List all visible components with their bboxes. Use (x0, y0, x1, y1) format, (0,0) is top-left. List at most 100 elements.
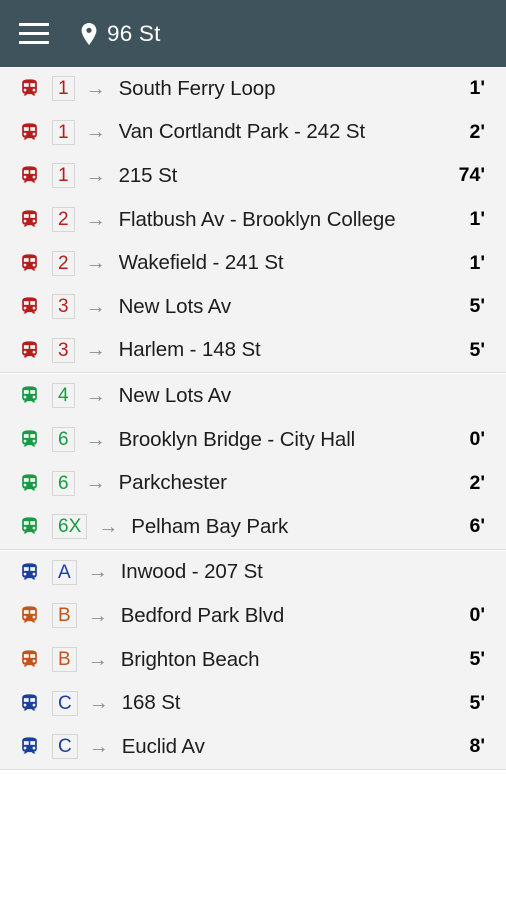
destination-label: New Lots Av (118, 383, 232, 407)
destination-label: Parkchester (118, 471, 227, 495)
eta-label: 1' (469, 251, 485, 274)
route-badge: A (52, 559, 77, 585)
subway-train-icon (22, 737, 37, 754)
subway-train-icon (22, 517, 37, 534)
destination-label: Brooklyn Bridge - City Hall (118, 427, 356, 451)
departure-row[interactable]: 3 → Harlem - 148 St 5' (0, 329, 506, 373)
eta-label: 0' (469, 604, 485, 627)
subway-train-icon (22, 166, 37, 183)
direction-arrow-icon: → (85, 208, 106, 231)
eta-label: 5' (469, 338, 485, 361)
direction-arrow-icon: → (85, 339, 106, 362)
route-badge: 3 (52, 294, 75, 320)
direction-arrow-icon: → (87, 604, 108, 627)
subway-train-icon (22, 473, 37, 491)
destination-label: New Lots Av (118, 294, 232, 318)
direction-arrow-icon: → (88, 692, 109, 715)
route-badge: 6 (52, 427, 75, 453)
departure-row[interactable]: 3 → New Lots Av 5' (0, 285, 506, 329)
destination-label: Flatbush Av - Brooklyn College (118, 207, 396, 231)
departure-row[interactable]: 6X → Pelham Bay Park 6' (0, 505, 506, 549)
destination-label: 168 St (121, 691, 181, 715)
route-badge: 1 (52, 76, 75, 102)
page-title: 96 St (107, 20, 161, 46)
departure-row[interactable]: 6 → Brooklyn Bridge - City Hall 0' (0, 418, 506, 462)
destination-label: Inwood - 207 St (120, 560, 263, 584)
direction-arrow-icon: → (85, 121, 106, 144)
app-bar: 96 St (0, 0, 506, 67)
subway-train-icon (22, 430, 37, 447)
eta-label: 8' (469, 735, 485, 758)
direction-arrow-icon: → (85, 77, 106, 100)
route-badge: 2 (52, 207, 75, 233)
departure-row[interactable]: C → Euclid Av 8' (0, 725, 506, 769)
hamburger-menu-icon[interactable] (17, 17, 51, 51)
subway-train-icon (22, 123, 37, 140)
departure-row[interactable]: 2 → Wakefield - 241 St 1' (0, 241, 506, 285)
route-badge: 1 (52, 119, 75, 145)
subway-train-icon (22, 563, 37, 580)
direction-arrow-icon: → (85, 295, 106, 318)
hamburger-bar (19, 41, 49, 44)
departure-row[interactable]: B → Brighton Beach 5' (0, 638, 506, 682)
direction-arrow-icon: → (85, 252, 106, 275)
route-badge: 6 (52, 470, 75, 496)
eta-label: 1' (469, 208, 485, 231)
subway-train-icon (22, 79, 37, 96)
hamburger-bar (19, 32, 49, 35)
destination-label: South Ferry Loop (118, 76, 276, 100)
direction-arrow-icon: → (85, 384, 106, 407)
subway-train-icon (22, 297, 37, 314)
hamburger-bar (19, 23, 49, 26)
subway-train-icon (22, 341, 37, 358)
eta-label: 5' (469, 295, 485, 318)
destination-label: Bedford Park Blvd (120, 603, 285, 627)
departure-row[interactable]: B → Bedford Park Blvd 0' (0, 594, 506, 638)
departure-row[interactable]: 2 → Flatbush Av - Brooklyn College 1' (0, 198, 506, 242)
lettered-lines-group: A → Inwood - 207 St B → Bedford Park Blvd 0' B →… (0, 549, 506, 770)
subway-train-icon (22, 210, 37, 227)
eta-label: 1' (469, 77, 485, 100)
eta-label: 5' (469, 648, 485, 671)
direction-arrow-icon: → (87, 648, 108, 671)
red-lines-group: 1 → South Ferry Loop 1' 1 → Van Cortlandt Park… (0, 67, 506, 374)
destination-label: Brighton Beach (120, 647, 260, 671)
direction-arrow-icon: → (87, 561, 108, 584)
departure-row[interactable]: 1 → Van Cortlandt Park - 242 St 2' (0, 111, 506, 155)
destination-label: Pelham Bay Park (131, 514, 289, 538)
subway-train-icon (22, 386, 37, 403)
departure-row[interactable]: C → 168 St 5' (0, 681, 506, 725)
departure-row[interactable]: 4 → New Lots Av (0, 374, 506, 418)
subway-train-icon (22, 650, 37, 667)
route-badge: 2 (52, 250, 75, 276)
eta-label: 74' (458, 164, 485, 187)
direction-arrow-icon: → (85, 164, 106, 187)
eta-label: 6' (469, 515, 485, 538)
subway-train-icon (22, 253, 37, 271)
route-badge: C (52, 734, 78, 760)
departures-list: 1 → South Ferry Loop 1' 1 → Van Cortlandt Park… (0, 67, 506, 900)
route-badge: 1 (52, 163, 75, 189)
departure-row[interactable]: A → Inwood - 207 St (0, 551, 506, 595)
direction-arrow-icon: → (88, 735, 109, 758)
map-pin-icon (81, 22, 97, 45)
departure-row[interactable]: 1 → 215 St 74' (0, 154, 506, 198)
departure-row[interactable]: 1 → South Ferry Loop 1' (0, 67, 506, 111)
destination-label: Wakefield - 241 St (118, 251, 284, 275)
app-root: 96 St 1 → South Ferry Loop 1' 1 → Van Cortland… (0, 0, 506, 900)
eta-label: 2' (469, 471, 485, 494)
station-title-group[interactable]: 96 St (81, 21, 161, 47)
destination-label: Euclid Av (121, 734, 205, 758)
subway-train-icon (22, 693, 37, 711)
direction-arrow-icon: → (85, 472, 106, 495)
route-badge: C (52, 690, 78, 716)
destination-label: 215 St (118, 163, 178, 187)
route-badge: 6X (52, 514, 88, 540)
subway-train-icon (22, 606, 37, 623)
destination-label: Van Cortlandt Park - 242 St (118, 120, 366, 144)
eta-label: 5' (469, 691, 485, 714)
eta-label: 2' (469, 120, 485, 143)
route-badge: B (52, 603, 77, 629)
departure-row[interactable]: 6 → Parkchester 2' (0, 461, 506, 505)
direction-arrow-icon: → (98, 515, 119, 538)
